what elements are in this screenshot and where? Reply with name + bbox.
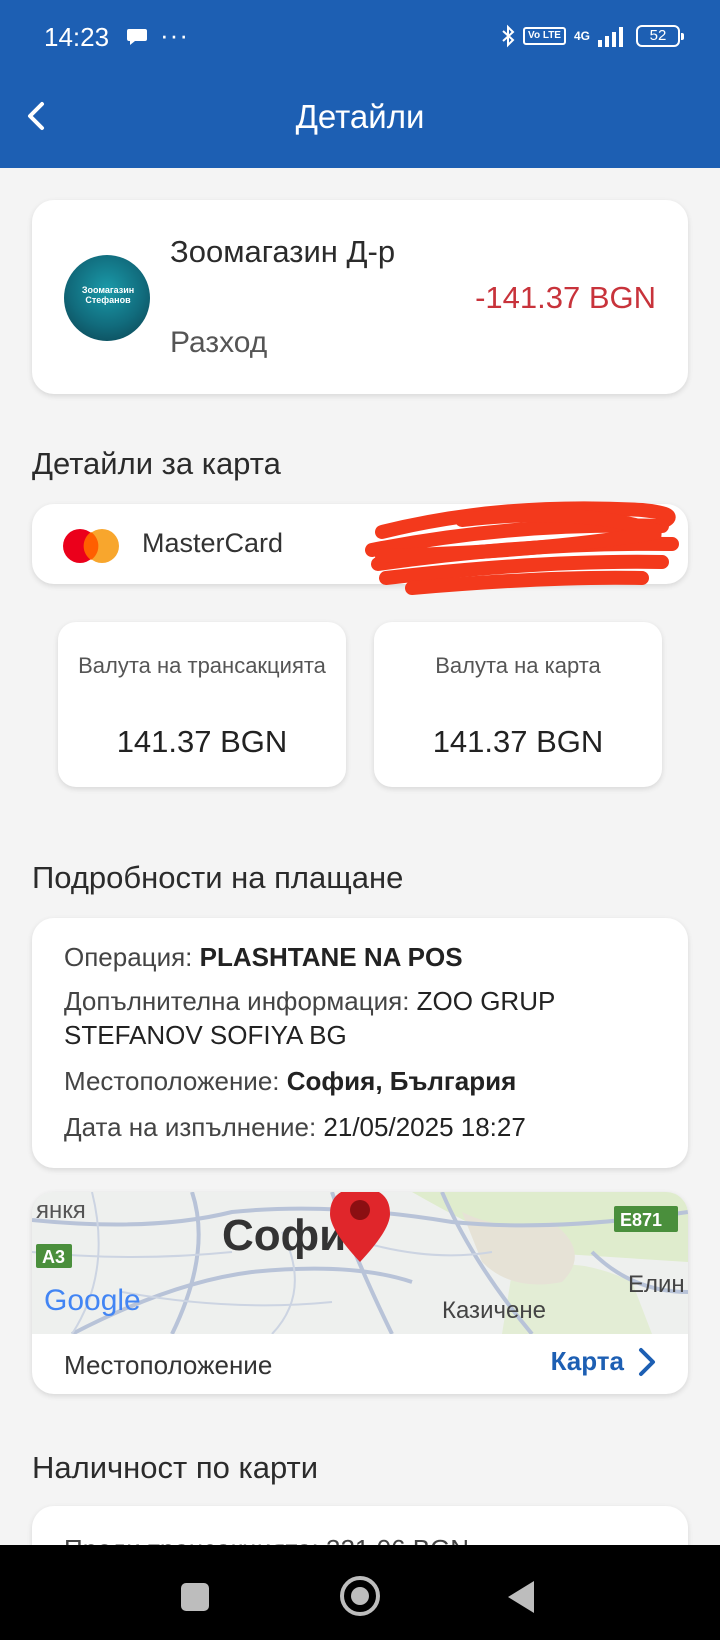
- card-details-title: Детайли за карта: [32, 446, 281, 481]
- system-back-button[interactable]: [508, 1581, 534, 1613]
- merchant-summary-card: Зоомагазин Стефанов Зоомагазин Д-р Разхо…: [32, 200, 688, 394]
- operation-value: PLASHTANE NA POS: [199, 942, 463, 972]
- road-a3-label: A3: [42, 1247, 65, 1267]
- open-map-label[interactable]: Карта: [551, 1346, 624, 1377]
- card-currency-value: 141.37 BGN: [432, 724, 604, 759]
- page-title: Детайли: [295, 98, 425, 135]
- merchant-logo: Зоомагазин Стефанов: [64, 255, 150, 341]
- card-currency-label: Валута на карта: [435, 653, 601, 678]
- location-label: Местоположение:: [64, 1066, 280, 1096]
- operation-label: Операция:: [64, 942, 193, 972]
- google-logo: Google: [44, 1284, 141, 1317]
- location-value: София, България: [286, 1066, 517, 1096]
- battery-icon: 52: [636, 25, 684, 47]
- network-type: 4G: [573, 29, 590, 43]
- transaction-type: Разход: [170, 326, 268, 359]
- signal-icon: [598, 27, 623, 47]
- map-preview[interactable]: янкя A3 E871 Софи Казичене Елин Google: [32, 1192, 688, 1334]
- open-map-link[interactable]: Карта: [551, 1346, 656, 1377]
- home-button[interactable]: [340, 1576, 380, 1616]
- execution-date-row: Дата на изпълнение: 21/05/2025 18:27: [64, 1110, 664, 1144]
- top-app-bar: 14:23 ··· Vo LTE 4G 52 Детайли: [0, 0, 720, 168]
- card-balance-title: Наличност по карти: [32, 1450, 319, 1485]
- transaction-currency-value: 141.37 BGN: [116, 724, 288, 759]
- bluetooth-icon: [502, 24, 515, 48]
- map-label-elin: Елин: [628, 1271, 685, 1298]
- transaction-amount: -141.37 BGN: [475, 280, 656, 315]
- transaction-currency-card: Валута на трансакцията 141.37 BGN: [58, 622, 346, 787]
- system-navigation-bar: [0, 1545, 720, 1640]
- volte-badge: Vo LTE: [523, 27, 566, 45]
- location-row: Местоположение: София, България: [64, 1064, 664, 1098]
- payment-card-row: MasterCard: [32, 501, 688, 595]
- chat-notification-icon: [127, 29, 147, 45]
- mastercard-logo-icon: [63, 529, 119, 563]
- map-label-left: янкя: [36, 1197, 86, 1224]
- transaction-currency-label: Валута на трансакцията: [78, 653, 326, 678]
- map-location-label: Местоположение: [64, 1350, 273, 1380]
- card-currency-card: Валута на карта 141.37 BGN: [374, 622, 662, 787]
- recent-apps-button[interactable]: [181, 1583, 209, 1611]
- redaction-scribble: [365, 501, 679, 595]
- additional-info-row: Допълнителна информация: ZOO GRUP STEFAN…: [64, 984, 664, 1052]
- status-more-icon: ···: [160, 20, 189, 50]
- execution-date-value: 21/05/2025 18:27: [323, 1112, 526, 1142]
- payment-details-card: Операция: PLASHTANE NA POS Допълнителна …: [32, 918, 688, 1168]
- map-city-label: Софи: [222, 1211, 346, 1260]
- payment-details-title: Подробности на плащане: [32, 860, 404, 895]
- execution-date-label: Дата на изпълнение:: [64, 1112, 317, 1142]
- road-e871-label: E871: [620, 1210, 662, 1230]
- status-time: 14:23: [44, 22, 110, 52]
- merchant-name: Зоомагазин Д-р: [170, 234, 396, 269]
- operation-row: Операция: PLASHTANE NA POS: [64, 940, 664, 974]
- card-brand-label: MasterCard: [142, 528, 284, 558]
- map-label-kazichene: Казичене: [442, 1297, 546, 1324]
- location-map-card[interactable]: янкя A3 E871 Софи Казичене Елин Google М…: [32, 1192, 688, 1394]
- merchant-logo-text: Зоомагазин Стефанов: [81, 285, 135, 305]
- status-icons: Vo LTE 4G 52: [501, 24, 684, 48]
- chevron-right-icon: [639, 1347, 655, 1376]
- additional-info-label: Допълнителна информация:: [64, 986, 410, 1016]
